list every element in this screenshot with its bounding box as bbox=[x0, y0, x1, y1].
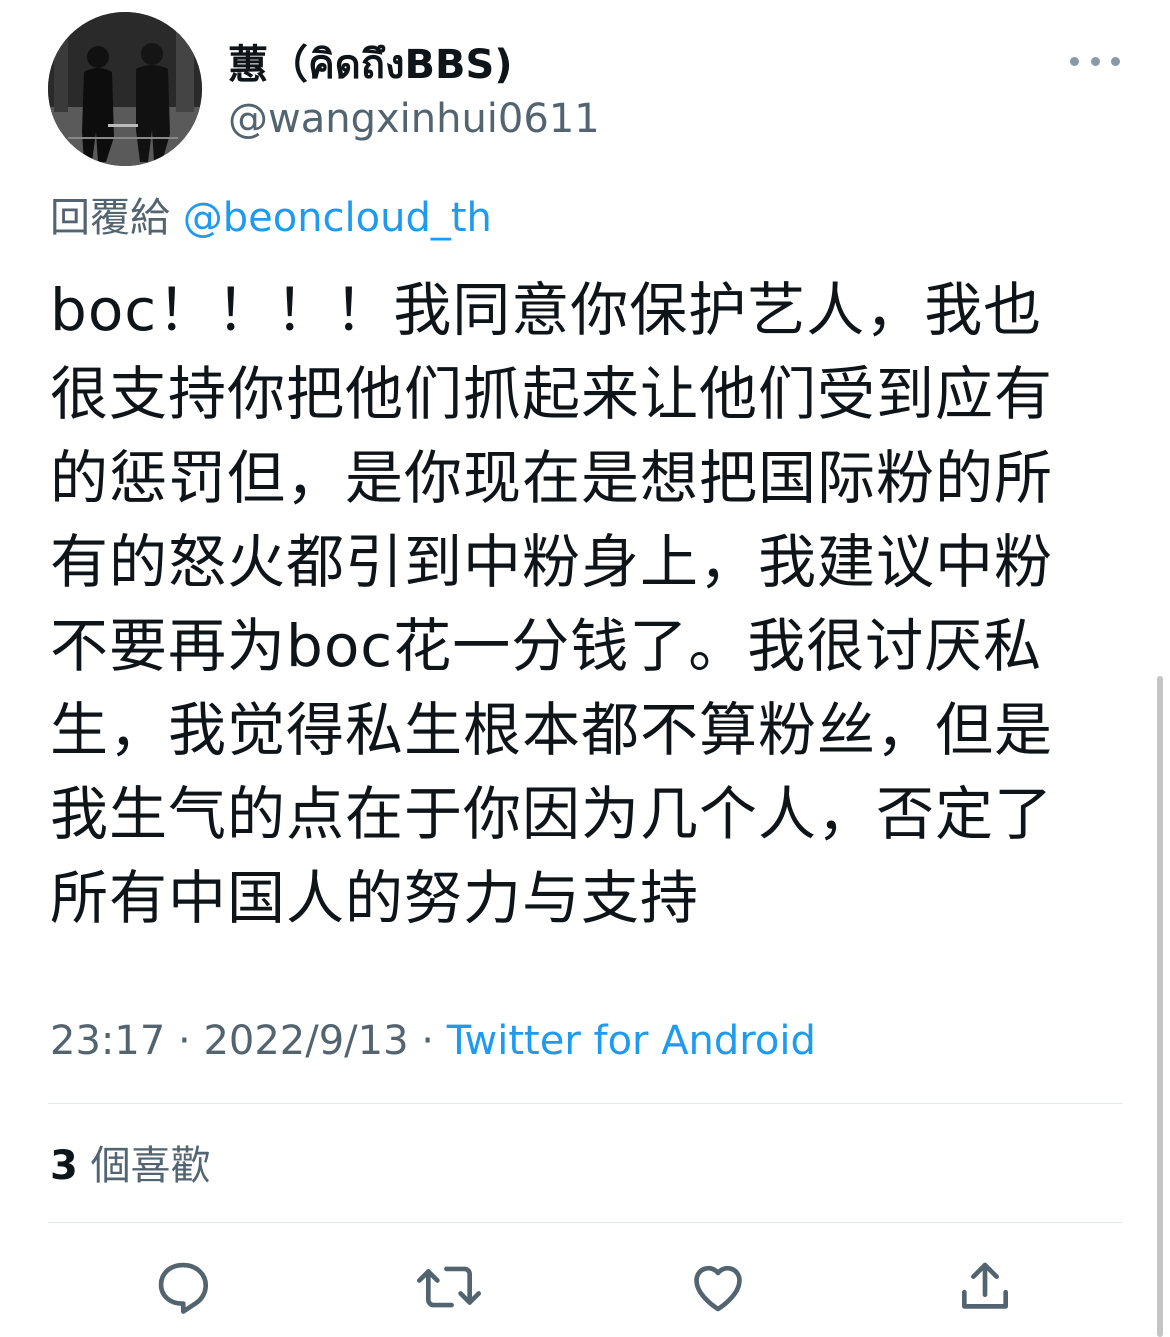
tweet-line: 很支持你把他们抓起来让他们受到应有 bbox=[50, 360, 1054, 428]
tweet-line: 生，我觉得私生根本都不算粉丝，但是 bbox=[50, 696, 1054, 764]
reply-context: 回覆給 @beoncloud_th bbox=[50, 190, 492, 246]
reply-prefix: 回覆給 bbox=[50, 195, 170, 241]
more-options-icon[interactable] bbox=[1070, 46, 1120, 76]
likes-stat[interactable]: 3 個喜歡 bbox=[50, 1138, 211, 1194]
tweet-line: 所有中国人的努力与支持 bbox=[50, 864, 700, 932]
reply-mention-link[interactable]: @beoncloud_th bbox=[183, 195, 492, 241]
retweet-button[interactable] bbox=[414, 1252, 484, 1322]
like-button[interactable] bbox=[683, 1252, 753, 1322]
retweet-icon bbox=[416, 1266, 482, 1308]
more-dot bbox=[1111, 56, 1120, 66]
scrollbar[interactable] bbox=[1157, 676, 1163, 1337]
tweet-line: 的惩罚但，是你现在是想把国际粉的所 bbox=[50, 444, 1054, 512]
tweet-source-link[interactable]: Twitter for Android bbox=[447, 1018, 816, 1064]
tweet-date[interactable]: 2022/9/13 bbox=[203, 1018, 408, 1064]
reply-button[interactable] bbox=[148, 1252, 218, 1322]
avatar-photo bbox=[48, 12, 202, 166]
tweet-meta: 23:17 · 2022/9/13 · Twitter for Android bbox=[50, 1013, 816, 1069]
meta-separator: · bbox=[408, 1018, 447, 1064]
tweet-line: 不要再为boc花一分钱了。我很讨厌私 bbox=[50, 612, 1043, 680]
more-dot bbox=[1090, 56, 1100, 66]
divider bbox=[48, 1103, 1122, 1104]
tweet-time[interactable]: 23:17 bbox=[50, 1018, 165, 1064]
likes-count: 3 bbox=[50, 1143, 78, 1189]
meta-separator: · bbox=[165, 1018, 204, 1064]
likes-label: 個喜歡 bbox=[90, 1143, 211, 1189]
tweet-line: boc！！！！我同意你保护艺人，我也 bbox=[50, 276, 1043, 344]
tweet-line: 有的怒火都引到中粉身上，我建议中粉 bbox=[50, 528, 1054, 596]
user-handle[interactable]: @wangxinhui0611 bbox=[228, 94, 600, 144]
share-icon bbox=[962, 1262, 1008, 1309]
more-dot bbox=[1070, 56, 1079, 66]
tweet-text: boc！！！！我同意你保护艺人，我也 很支持你把他们抓起来让他们受到应有 的惩罚… bbox=[50, 268, 1130, 940]
avatar[interactable] bbox=[48, 12, 202, 166]
divider bbox=[48, 1222, 1122, 1223]
reply-icon bbox=[158, 1262, 209, 1314]
tweet-line: 我生气的点在于你因为几个人，否定了 bbox=[50, 780, 1054, 848]
share-button[interactable] bbox=[950, 1252, 1020, 1322]
display-name[interactable]: 蕙（คิดถึงBBS) bbox=[228, 38, 513, 92]
like-icon bbox=[694, 1265, 742, 1312]
